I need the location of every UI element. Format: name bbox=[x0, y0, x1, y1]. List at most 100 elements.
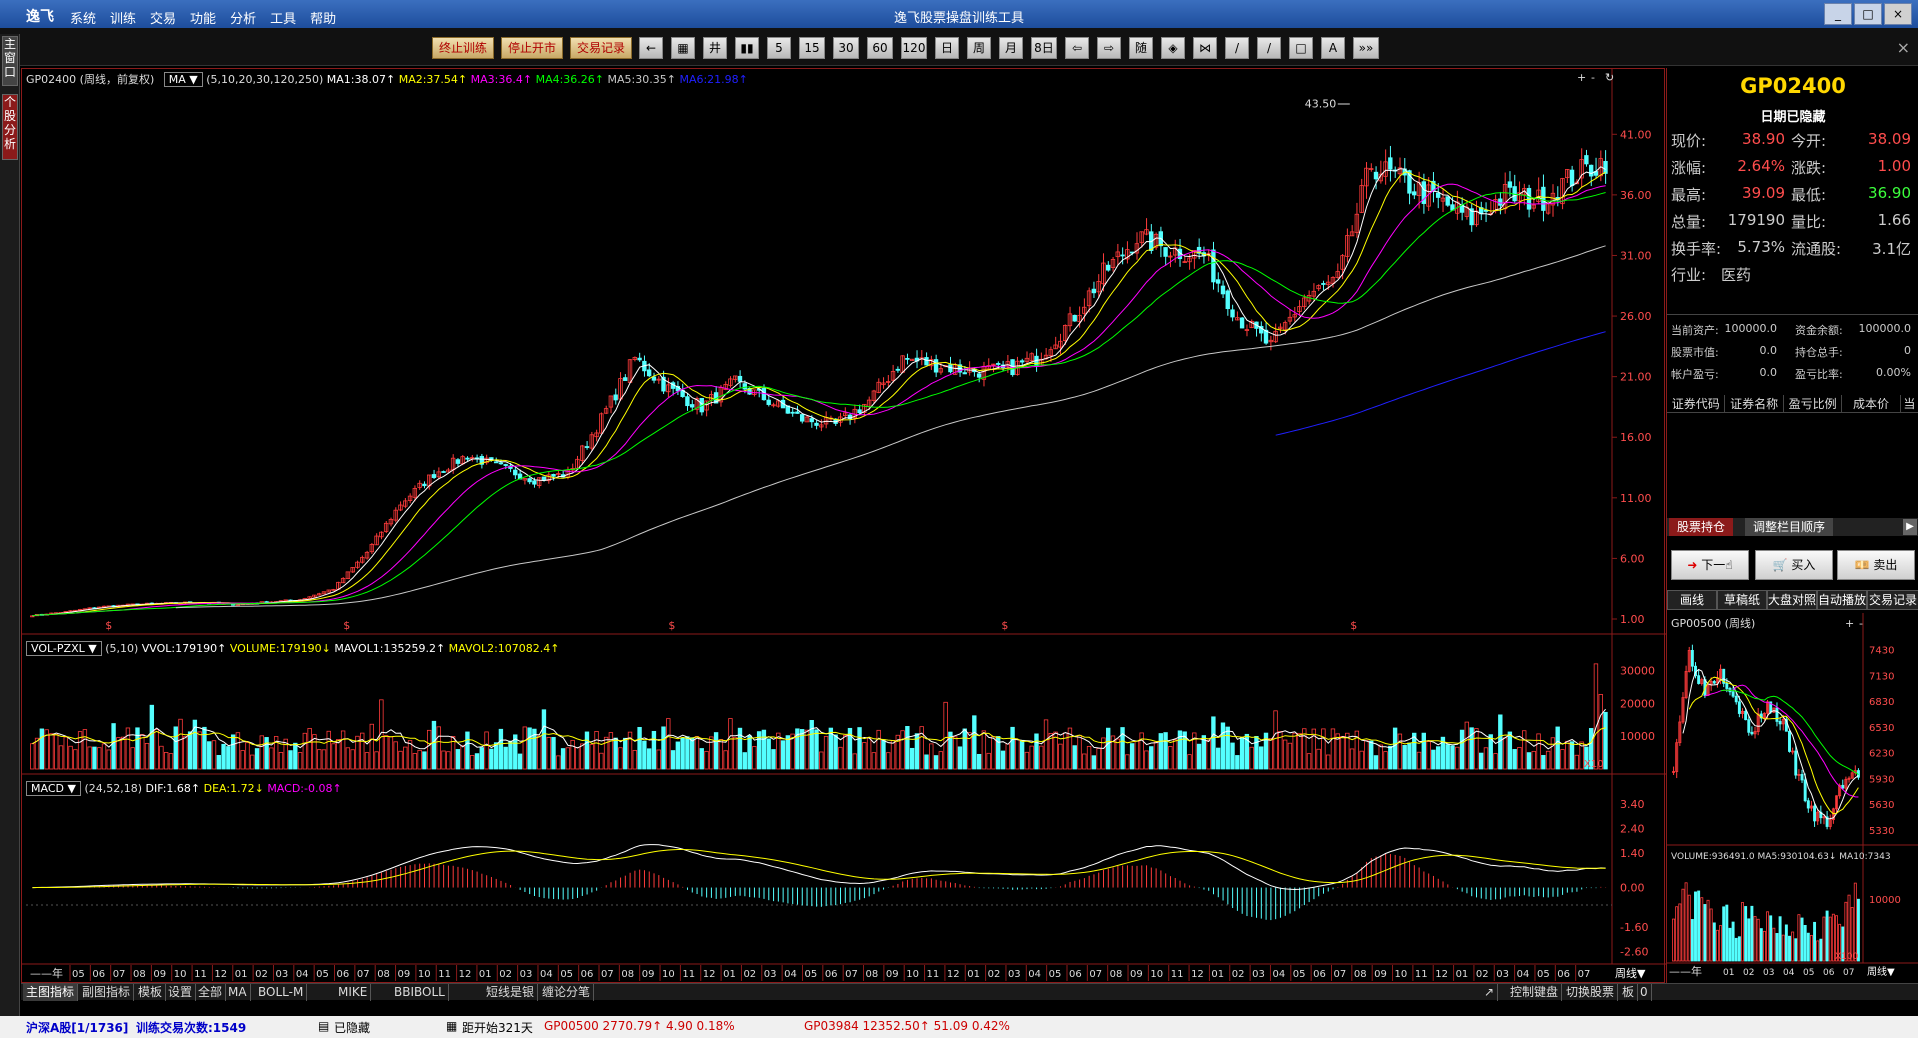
volume-bar bbox=[752, 746, 757, 770]
8day-button[interactable]: 8日 bbox=[1031, 37, 1057, 59]
volume-bar bbox=[1072, 745, 1077, 770]
bottom-right-button[interactable]: 0 bbox=[1637, 984, 1652, 1001]
candle-body bbox=[1321, 283, 1326, 285]
maximize-button[interactable]: □ bbox=[1854, 3, 1882, 25]
next-button[interactable]: ⇨ bbox=[1097, 37, 1121, 59]
tab-main-window[interactable]: 主窗口 bbox=[2, 36, 18, 86]
bottom-tab[interactable]: 主图指标 bbox=[23, 984, 79, 1001]
grid-button[interactable]: ▦ bbox=[671, 37, 695, 59]
bottom-tab[interactable]: 设置 bbox=[165, 984, 197, 1001]
pen-icon[interactable]: ↗ bbox=[1481, 984, 1499, 1001]
bottom-right-button[interactable]: 控制键盘 bbox=[1507, 984, 1563, 1001]
col-code[interactable]: 证券代码 bbox=[1667, 395, 1726, 412]
panel-control-icon[interactable]: - bbox=[1591, 71, 1595, 84]
buy-button[interactable]: 🛒 买入 bbox=[1755, 550, 1833, 580]
volume-bar bbox=[637, 726, 642, 770]
index-compare-button[interactable]: 大盘对照 bbox=[1767, 590, 1817, 610]
tab-scroll-right-icon[interactable]: ▶ bbox=[1903, 519, 1917, 535]
volume-bar bbox=[1364, 740, 1369, 770]
minimize-button[interactable]: _ bbox=[1824, 3, 1852, 25]
col-name[interactable]: 证券名称 bbox=[1725, 395, 1784, 412]
hash-button[interactable]: 井 bbox=[703, 37, 727, 59]
volume-bar bbox=[120, 736, 126, 770]
week-button[interactable]: 周 bbox=[967, 37, 991, 59]
volume-bar bbox=[317, 749, 322, 770]
bottom-tab[interactable]: 缠论分笔 bbox=[539, 984, 595, 1001]
mini-y-tick: 7130 bbox=[1869, 671, 1894, 682]
mini-period-button[interactable]: 周线▼ bbox=[1867, 965, 1895, 978]
volume-bar bbox=[857, 727, 862, 770]
bottom-tab[interactable]: 全部 bbox=[195, 984, 227, 1001]
app-window: 逸飞 系统 训练 交易 功能 分析 工具 帮助 逸飞股票操盘训练工具 _ □ ×… bbox=[0, 0, 1918, 1038]
candle-body bbox=[651, 376, 657, 381]
day-button[interactable]: 日 bbox=[935, 37, 959, 59]
stop-training-button[interactable]: 终止训练 bbox=[432, 37, 494, 59]
volume-bar bbox=[82, 729, 88, 770]
candles-button[interactable]: ▮▮ bbox=[735, 37, 759, 59]
p15-button[interactable]: 15 bbox=[799, 37, 825, 59]
col-pl[interactable]: 盈亏比例 bbox=[1784, 395, 1843, 412]
draft-button[interactable]: 草稿纸 bbox=[1717, 590, 1767, 610]
prev-button[interactable]: ⇦ bbox=[1065, 37, 1089, 59]
rect-button[interactable]: □ bbox=[1289, 37, 1313, 59]
mini-panel-icon[interactable]: - bbox=[1859, 617, 1863, 630]
line1-button[interactable]: / bbox=[1225, 37, 1249, 59]
candle-body bbox=[465, 457, 470, 460]
col-cost[interactable]: 成本价 bbox=[1842, 395, 1901, 412]
panel-control-icon[interactable]: ↻ bbox=[1605, 71, 1614, 84]
mini-panel-icon[interactable]: + bbox=[1845, 617, 1854, 630]
stop-market-button[interactable]: 停止开市 bbox=[501, 37, 563, 59]
bottom-tab[interactable]: 模板 bbox=[135, 984, 167, 1001]
volume-bar bbox=[565, 747, 571, 770]
chart-canvas[interactable]: 41.00 36.00 31.00 26.00 21.00 16.00 11.00 6.00 1… bbox=[22, 69, 1666, 984]
p30-button[interactable]: 30 bbox=[833, 37, 859, 59]
line2-button[interactable]: / bbox=[1257, 37, 1281, 59]
bottom-right-button[interactable]: 板 bbox=[1619, 984, 1639, 1001]
vol-indicator-select[interactable]: VOL-PZXL ▼ bbox=[26, 641, 102, 656]
bottom-right-button[interactable]: 切换股票 bbox=[1563, 984, 1619, 1001]
month-button[interactable]: 月 bbox=[999, 37, 1023, 59]
back-button[interactable]: ← bbox=[639, 37, 663, 59]
volume-bar bbox=[455, 749, 461, 770]
volume-bar bbox=[364, 752, 370, 770]
bottom-tab[interactable]: MIKE bbox=[335, 984, 372, 1001]
bottom-tab[interactable]: BBIBOLL bbox=[391, 984, 449, 1001]
volume-bar bbox=[976, 753, 982, 770]
tab-holdings[interactable]: 股票持仓 bbox=[1669, 518, 1734, 536]
tab-adjust-columns[interactable]: 调整栏目顺序 bbox=[1745, 518, 1834, 536]
trade-log-button[interactable]: 交易记录 bbox=[1867, 590, 1918, 610]
more-button[interactable]: »» bbox=[1353, 37, 1379, 59]
bottom-tab[interactable]: BOLL-M bbox=[255, 984, 308, 1001]
macd-indicator-select[interactable]: MACD ▼ bbox=[26, 781, 81, 796]
text-button[interactable]: A bbox=[1321, 37, 1345, 59]
draw-line-button[interactable]: 画线 bbox=[1667, 590, 1717, 610]
p120-button[interactable]: 120 bbox=[901, 37, 927, 59]
mini-y-tick: 7430 bbox=[1869, 646, 1894, 657]
sell-button[interactable]: 💴 卖出 bbox=[1837, 550, 1915, 580]
tab-stock-analysis[interactable]: 个股分析 bbox=[2, 94, 18, 160]
period-button[interactable]: 周线▼ bbox=[1615, 966, 1646, 980]
p5-button[interactable]: 5 bbox=[767, 37, 791, 59]
y-tick-label: 31.00 bbox=[1620, 249, 1652, 262]
indicator-select[interactable]: MA ▼ bbox=[163, 72, 203, 87]
index-mini-chart[interactable]: GP00500 (周线) + - 7430 7130 6830 6530 6230 5930 56… bbox=[1667, 613, 1918, 983]
p60-button[interactable]: 60 bbox=[867, 37, 893, 59]
next-button[interactable]: ➜ 下一☝ bbox=[1671, 550, 1749, 580]
bowtie-button[interactable]: ⋈ bbox=[1193, 37, 1217, 59]
volume-bar bbox=[852, 753, 857, 770]
random-button[interactable]: 随 bbox=[1129, 37, 1153, 59]
volume-bar bbox=[517, 753, 523, 770]
bottom-tab[interactable]: MA bbox=[225, 984, 251, 1001]
volume-bar bbox=[101, 743, 107, 770]
trade-records-button[interactable]: 交易记录 bbox=[570, 37, 632, 59]
x-tick-label: 01 bbox=[967, 969, 980, 980]
close-button[interactable]: × bbox=[1884, 3, 1912, 25]
bottom-tab[interactable]: 副图指标 bbox=[79, 984, 135, 1001]
toolbar-close-icon[interactable]: × bbox=[1897, 38, 1910, 57]
col-more[interactable]: 当 bbox=[1901, 395, 1918, 412]
volume-bar bbox=[1091, 755, 1097, 770]
diamond-button[interactable]: ◈ bbox=[1161, 37, 1185, 59]
autoplay-button[interactable]: 自动播放 bbox=[1817, 590, 1867, 610]
panel-control-icon[interactable]: + bbox=[1577, 71, 1586, 84]
bottom-tab[interactable]: 短线是银 bbox=[483, 984, 539, 1001]
